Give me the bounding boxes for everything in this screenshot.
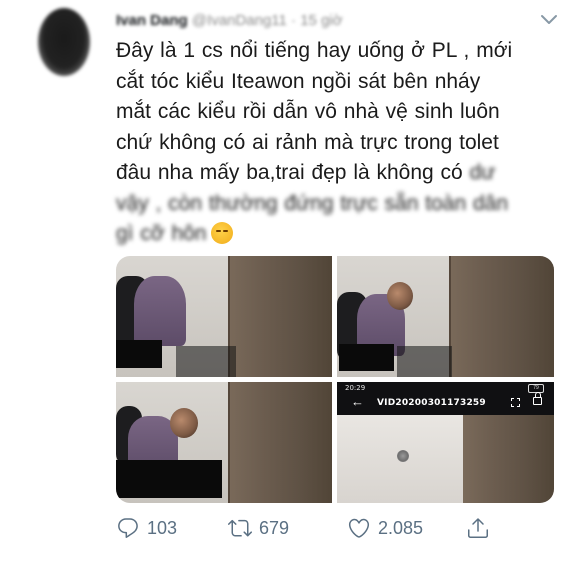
media-photo-4[interactable]: 20:29 79 ← VID20200301173259 <box>337 382 554 503</box>
tweet: Ivan Dang @IvanDang11 · 15 giờ Đây là 1 … <box>0 0 580 562</box>
tweet-text-segment: đâu nha mấy ba,trai đẹp là không có <box>116 161 463 184</box>
tweet-text-line: đâu nha mấy ba,trai đẹp là không có dư <box>116 158 571 189</box>
sweat-smile-emoji <box>210 222 233 244</box>
media-grid[interactable]: 20:29 79 ← VID20200301173259 <box>116 256 554 503</box>
video-status-time: 20:29 <box>345 384 366 392</box>
door <box>463 415 554 503</box>
blurred-text-line-with-emoji: gì cỡ hôn <box>116 219 571 250</box>
reply-count: 103 <box>147 517 178 538</box>
person-head <box>170 408 198 438</box>
retweet-button[interactable]: 679 <box>228 510 289 546</box>
reply-icon <box>116 516 140 540</box>
heart-icon <box>347 516 371 540</box>
tweet-actions: 103 679 2.085 <box>116 510 556 546</box>
shadow <box>397 346 452 377</box>
separator-dot: · <box>291 12 297 29</box>
author-handle[interactable]: @IvanDang11 <box>192 12 287 29</box>
shadow <box>176 346 236 377</box>
blurred-text-line: vậy , còn thường đứng trực sẵn toàn dân <box>116 191 508 215</box>
media-photo-3[interactable] <box>116 382 332 503</box>
media-photo-2[interactable] <box>337 256 554 377</box>
tweet-text-line: mắt các kiểu rồi dẫn vô nhà vệ sinh luôn <box>116 100 500 123</box>
blurred-text: dư <box>469 161 496 184</box>
censor-box <box>116 460 222 498</box>
tweet-text-line: cắt tóc kiểu Iteawon ngồi sát bên nháy <box>116 69 481 93</box>
like-count: 2.085 <box>378 517 424 538</box>
tweet-header: Ivan Dang @IvanDang11 · 15 giờ <box>116 12 343 32</box>
reply-button[interactable]: 103 <box>116 510 177 546</box>
lock-icon[interactable] <box>533 392 542 405</box>
retweet-icon <box>228 516 252 540</box>
door-edge <box>228 382 230 503</box>
door <box>228 382 332 503</box>
author-name[interactable]: Ivan Dang <box>116 12 188 29</box>
tweet-text-line: Đây là 1 cs nổi tiếng hay uống ở PL , mớ… <box>116 39 513 62</box>
video-title: VID20200301173259 <box>377 398 486 408</box>
blurred-text: gì cỡ hôn <box>116 222 207 245</box>
person-head <box>387 282 413 310</box>
chevron-down-icon[interactable] <box>540 12 558 26</box>
door <box>449 256 554 377</box>
share-icon <box>466 516 490 540</box>
video-toolbar: 20:29 79 ← VID20200301173259 <box>337 382 554 415</box>
door <box>228 256 332 377</box>
censor-box <box>116 340 162 368</box>
ceiling-vent <box>397 450 409 462</box>
avatar[interactable] <box>38 8 90 76</box>
share-button[interactable] <box>466 510 490 546</box>
tweet-time[interactable]: 15 giờ <box>300 12 342 29</box>
like-button[interactable]: 2.085 <box>347 510 423 546</box>
retweet-count: 679 <box>259 517 290 538</box>
media-photo-1[interactable] <box>116 256 332 377</box>
back-arrow-icon[interactable]: ← <box>351 395 364 409</box>
expand-icon[interactable] <box>511 398 520 407</box>
tweet-text-line: chứ không có ai rảnh mà trực trong tolet <box>116 130 499 154</box>
censor-box <box>339 344 394 371</box>
tweet-text: Đây là 1 cs nổi tiếng hay uống ở PL , mớ… <box>116 36 571 250</box>
